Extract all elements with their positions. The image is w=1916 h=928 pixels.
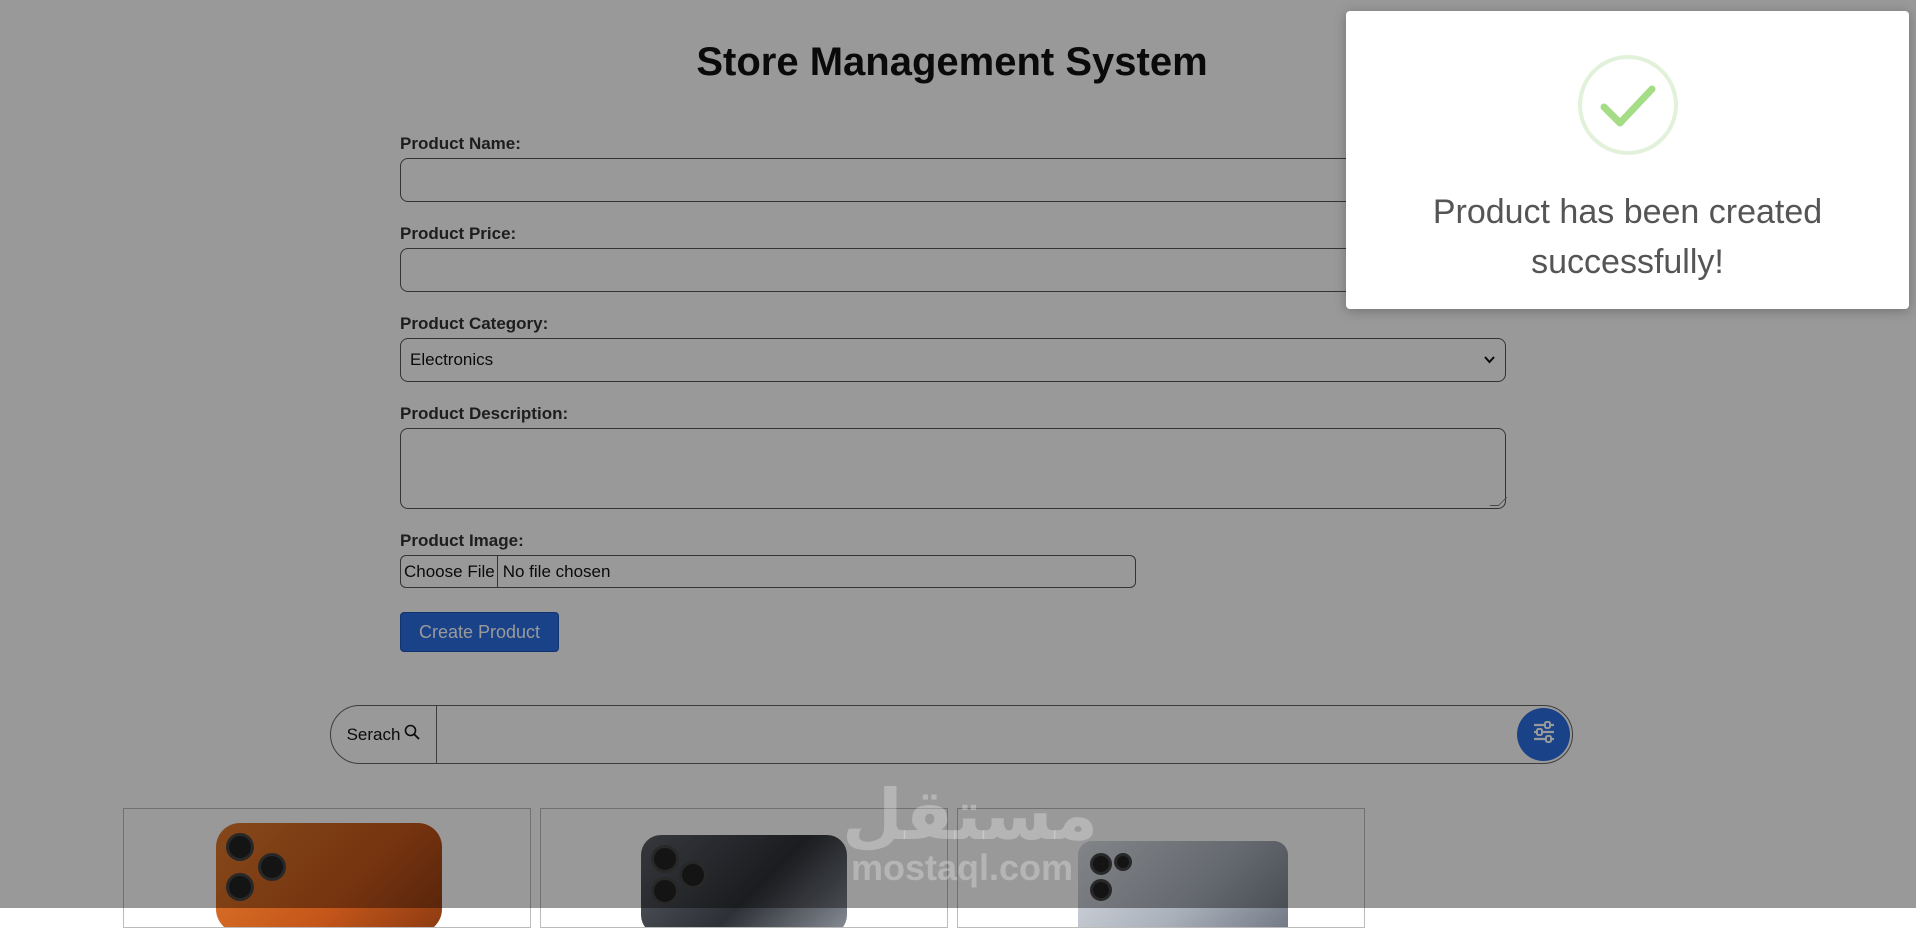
success-check-icon: [1578, 55, 1678, 155]
success-toast: Product has been created successfully!: [1346, 11, 1909, 309]
toast-message: Product has been created successfully!: [1432, 193, 1823, 281]
page: Store Management System Product Name: Pr…: [0, 0, 1916, 928]
watermark: مستقل mostaql.com: [842, 776, 1099, 888]
